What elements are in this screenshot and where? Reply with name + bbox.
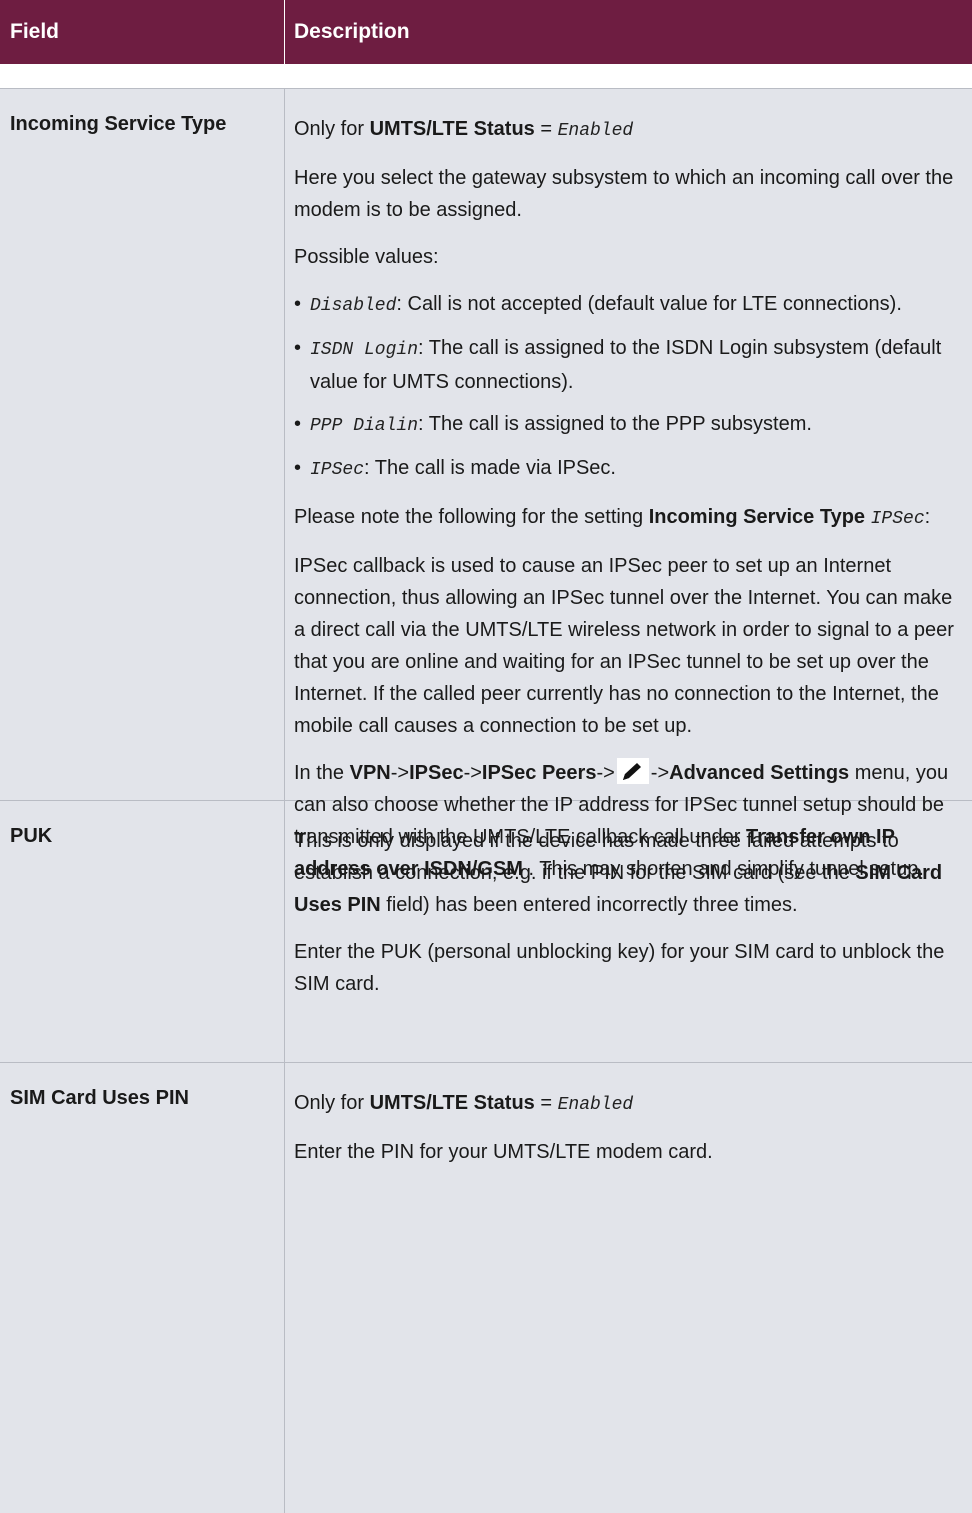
- paragraph: Enter the PIN for your UMTS/LTE modem ca…: [294, 1141, 713, 1163]
- field-description: Only for UMTS/LTE Status = Enabled Here …: [285, 89, 972, 880]
- field-name: SIM Card Uses PIN: [0, 1063, 285, 1513]
- text: This is only displayed if the device has…: [294, 830, 899, 884]
- value-term: Enabled: [557, 1095, 634, 1115]
- arrow: ->: [596, 762, 615, 784]
- field-description-table: Field Description Incoming Service Type …: [0, 0, 972, 1513]
- value-term: Disabled: [310, 296, 397, 316]
- table-row: Incoming Service Type Only for UMTS/LTE …: [0, 88, 972, 880]
- field-name: Incoming Service Type: [0, 89, 285, 800]
- bold-term: UMTS/LTE Status: [369, 1092, 535, 1114]
- field-name: PUK: [0, 801, 285, 1062]
- table-row: SIM Card Uses PIN Only for UMTS/LTE Stat…: [0, 1063, 972, 1513]
- text: =: [540, 1092, 553, 1114]
- pencil-icon: [616, 758, 649, 784]
- list-item: PPP Dialin: The call is assigned to the …: [294, 408, 964, 442]
- field-label: Incoming Service Type: [10, 113, 227, 135]
- list-item: ISDN Login: The call is assigned to the …: [294, 332, 964, 398]
- arrow: ->: [463, 762, 482, 784]
- text: : The call is made via IPSec.: [364, 457, 616, 479]
- arrow: ->: [390, 762, 410, 784]
- arrow: ->: [650, 762, 670, 784]
- menu-advanced-settings: Advanced Settings: [669, 762, 850, 784]
- menu-ipsec: IPSec: [409, 762, 464, 784]
- bold-term: Incoming Service Type: [648, 506, 866, 528]
- table-header: Field Description: [0, 0, 972, 64]
- value-term: ISDN Login: [310, 340, 419, 360]
- text: :: [924, 506, 931, 528]
- field-label: PUK: [10, 825, 53, 847]
- header-description: Description: [294, 20, 410, 43]
- value-term: IPSec: [310, 460, 365, 480]
- note-paragraph: Please note the following for the settin…: [294, 501, 964, 535]
- paragraph: This is only displayed if the device has…: [294, 825, 964, 921]
- paragraph: Possible values:: [294, 246, 439, 268]
- header-field: Field: [0, 0, 285, 64]
- text: : The call is assigned to the PPP subsys…: [418, 413, 812, 435]
- bullet-list: Disabled: Call is not accepted (default …: [294, 288, 964, 486]
- text: =: [540, 118, 553, 140]
- text: : Call is not accepted (default value fo…: [396, 293, 902, 315]
- table-row: PUK This is only displayed if the device…: [0, 801, 972, 1063]
- text: Only for: [294, 118, 365, 140]
- paragraph: Here you select the gateway subsystem to…: [294, 167, 954, 221]
- list-item: IPSec: The call is made via IPSec.: [294, 452, 964, 486]
- only-for-line: Only for UMTS/LTE Status = Enabled: [294, 113, 964, 147]
- field-description: This is only displayed if the device has…: [285, 801, 972, 1062]
- text: Please note the following for the settin…: [294, 506, 644, 528]
- text: In the: [294, 762, 345, 784]
- value-term: IPSec: [870, 509, 925, 529]
- value-term: PPP Dialin: [310, 416, 419, 436]
- only-for-line: Only for UMTS/LTE Status = Enabled: [294, 1087, 964, 1121]
- field-label: SIM Card Uses PIN: [10, 1087, 189, 1109]
- bold-term: UMTS/LTE Status: [369, 118, 535, 140]
- menu-vpn: VPN: [349, 762, 391, 784]
- text: field) has been entered incorrectly thre…: [386, 894, 798, 916]
- value-term: Enabled: [557, 121, 634, 141]
- list-item: Disabled: Call is not accepted (default …: [294, 288, 964, 322]
- text: Only for: [294, 1092, 365, 1114]
- paragraph: IPSec callback is used to cause an IPSec…: [294, 555, 954, 737]
- field-description: Only for UMTS/LTE Status = Enabled Enter…: [285, 1063, 972, 1513]
- paragraph: Enter the PUK (personal unblocking key) …: [294, 941, 945, 995]
- menu-ipsec-peers: IPSec Peers: [481, 762, 597, 784]
